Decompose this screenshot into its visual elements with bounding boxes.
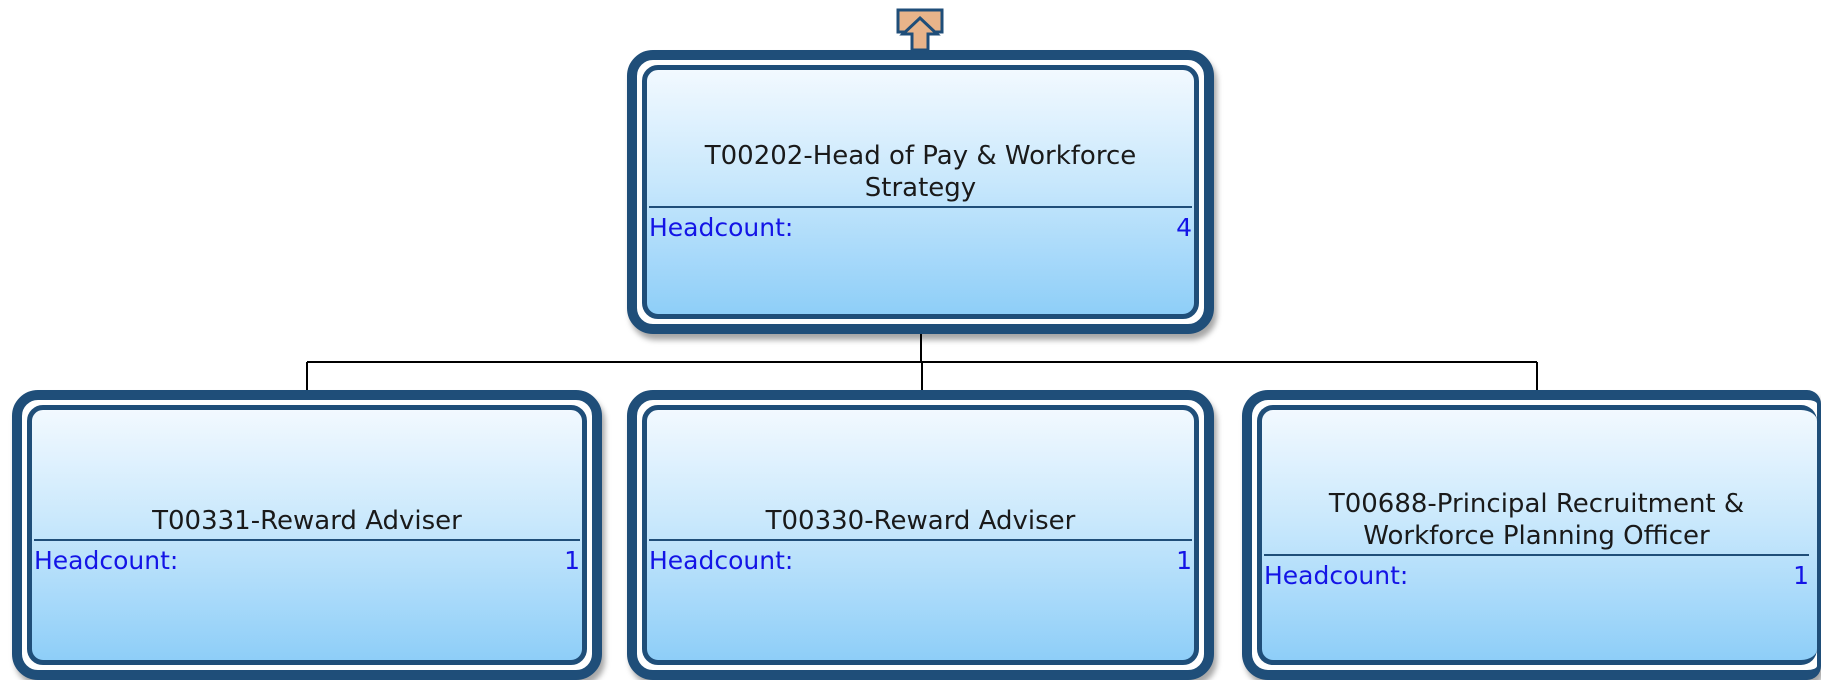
headcount-value: 1 <box>564 546 580 575</box>
headcount-label: Headcount: <box>649 213 794 242</box>
up-arrow-icon[interactable] <box>895 8 945 52</box>
node-title: T00688-Principal Recruitment & Workforce… <box>1264 488 1809 556</box>
headcount-value: 1 <box>1176 546 1192 575</box>
node-title: T00202-Head of Pay & Workforce Strategy <box>649 140 1192 208</box>
headcount-label: Headcount: <box>34 546 179 575</box>
headcount-label: Headcount: <box>649 546 794 575</box>
headcount-row: Headcount: 1 <box>34 545 580 577</box>
headcount-value: 4 <box>1176 213 1192 242</box>
node-title: T00331-Reward Adviser <box>34 505 580 541</box>
child-node-principal-recruitment-t00688[interactable]: T00688-Principal Recruitment & Workforce… <box>1242 390 1821 680</box>
headcount-value: 1 <box>1793 561 1809 590</box>
child-node-reward-adviser-t00331[interactable]: T00331-Reward Adviser Headcount: 1 <box>12 390 602 680</box>
child-node-content: T00330-Reward Adviser Headcount: 1 <box>649 505 1192 577</box>
headcount-label: Headcount: <box>1264 561 1409 590</box>
root-node[interactable]: T00202-Head of Pay & Workforce Strategy … <box>627 50 1214 334</box>
child-node-reward-adviser-t00330[interactable]: T00330-Reward Adviser Headcount: 1 <box>627 390 1214 680</box>
root-node-content: T00202-Head of Pay & Workforce Strategy … <box>649 140 1192 244</box>
child-node-content: T00688-Principal Recruitment & Workforce… <box>1264 488 1809 592</box>
node-title: T00330-Reward Adviser <box>649 505 1192 541</box>
child-node-content: T00331-Reward Adviser Headcount: 1 <box>34 505 580 577</box>
headcount-row: Headcount: 1 <box>1264 560 1809 592</box>
headcount-row: Headcount: 4 <box>649 212 1192 244</box>
headcount-row: Headcount: 1 <box>649 545 1192 577</box>
